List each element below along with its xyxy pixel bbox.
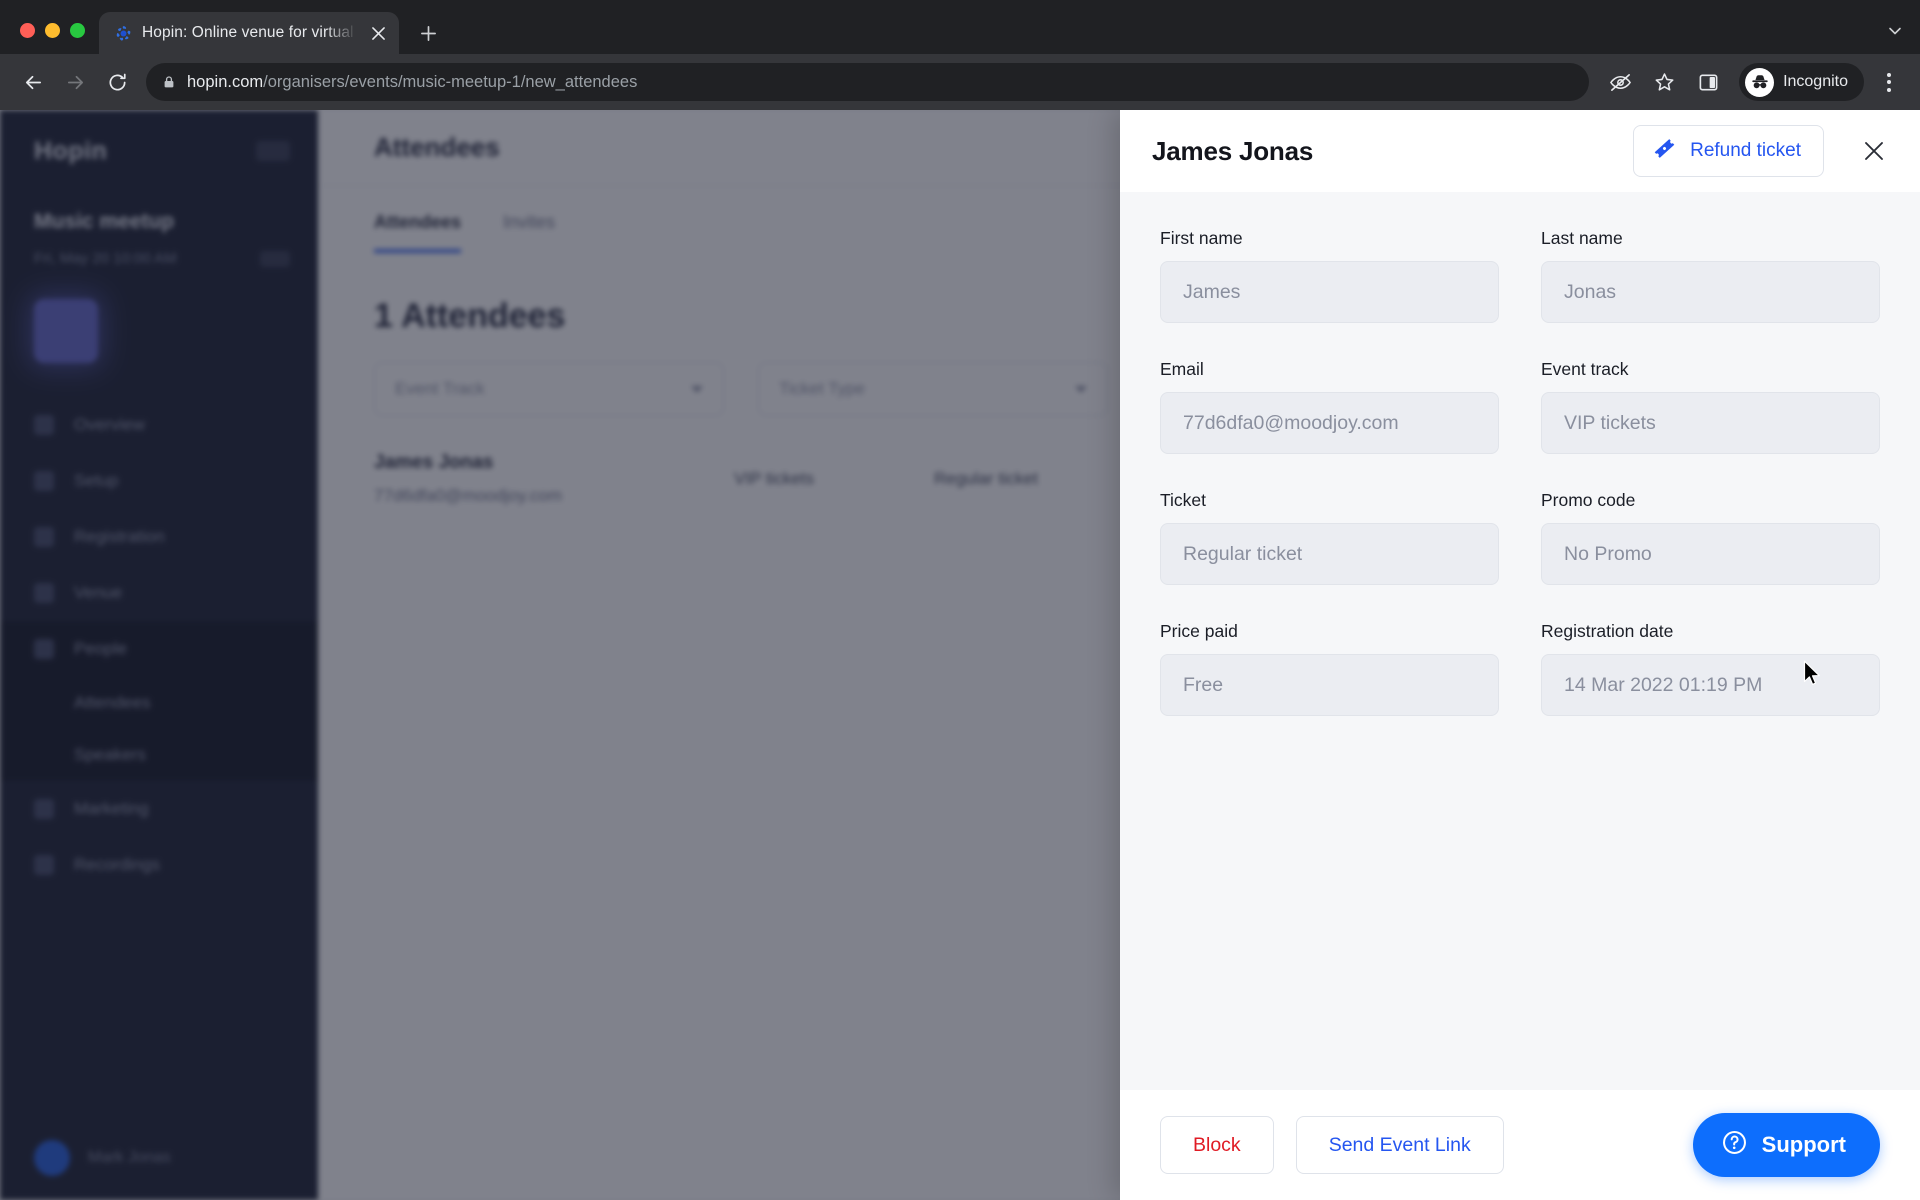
- reload-icon[interactable]: [98, 63, 136, 101]
- page-viewport: Hopin Music meetup Fri, May 20 10:00 AM …: [0, 110, 1920, 1200]
- lock-icon: [162, 75, 176, 89]
- profile-label: Incognito: [1783, 73, 1848, 90]
- toolbar-actions: Incognito: [1601, 63, 1906, 101]
- field-event-track: Event track VIP tickets: [1541, 359, 1880, 454]
- new-tab-button[interactable]: [411, 16, 445, 50]
- field-label: Registration date: [1541, 621, 1674, 641]
- field-label: Event track: [1541, 359, 1629, 379]
- email-input[interactable]: 77d6dfa0@moodjoy.com: [1160, 392, 1499, 454]
- close-window-button[interactable]: [20, 23, 35, 38]
- question-circle-icon: [1721, 1129, 1748, 1162]
- send-event-link-button[interactable]: Send Event Link: [1295, 1116, 1504, 1174]
- address-bar-url: hopin.com/organisers/events/music-meetup…: [187, 73, 637, 92]
- panel-title: James Jonas: [1152, 135, 1314, 166]
- attendee-detail-panel: James Jonas Refund ticket First name Jam…: [1120, 110, 1920, 1200]
- attendee-field-grid: First name James Last name Jonas Email 7…: [1160, 228, 1880, 752]
- browser-toolbar: hopin.com/organisers/events/music-meetup…: [0, 54, 1920, 110]
- block-button[interactable]: Block: [1160, 1116, 1274, 1174]
- back-arrow-icon[interactable]: [14, 63, 52, 101]
- event-track-input[interactable]: VIP tickets: [1541, 392, 1880, 454]
- side-panel-icon[interactable]: [1689, 63, 1727, 101]
- url-path: /organisers/events/music-meetup-1/new_at…: [263, 72, 638, 91]
- field-ticket: Ticket Regular ticket: [1160, 490, 1499, 585]
- url-host: hopin.com: [187, 72, 264, 91]
- panel-footer: Block Send Event Link Support: [1120, 1090, 1920, 1200]
- field-label: Last name: [1541, 228, 1623, 248]
- first-name-input[interactable]: James: [1160, 261, 1499, 323]
- maximize-window-button[interactable]: [70, 23, 85, 38]
- incognito-icon: [1745, 67, 1775, 97]
- field-last-name: Last name Jonas: [1541, 228, 1880, 323]
- field-promo-code: Promo code No Promo: [1541, 490, 1880, 585]
- support-label: Support: [1761, 1132, 1846, 1157]
- close-icon[interactable]: [1854, 131, 1894, 171]
- eye-slash-icon[interactable]: [1601, 63, 1639, 101]
- support-button[interactable]: Support: [1692, 1113, 1880, 1177]
- window-traffic-lights: [18, 23, 99, 54]
- close-icon[interactable]: [367, 22, 389, 44]
- registration-date-input[interactable]: 14 Mar 2022 01:19 PM: [1541, 654, 1880, 716]
- browser-tabstrip: Hopin: Online venue for virtual: [0, 0, 1920, 54]
- address-bar[interactable]: hopin.com/organisers/events/music-meetup…: [146, 63, 1590, 101]
- chevron-down-icon[interactable]: [1886, 22, 1904, 44]
- ticket-input[interactable]: Regular ticket: [1160, 523, 1499, 585]
- profile-button[interactable]: Incognito: [1739, 63, 1864, 101]
- promo-code-input[interactable]: No Promo: [1541, 523, 1880, 585]
- refund-ticket-button[interactable]: Refund ticket: [1633, 125, 1824, 177]
- hopin-logo-icon: [115, 25, 132, 42]
- refund-ticket-label: Refund ticket: [1690, 140, 1801, 161]
- forward-arrow-icon[interactable]: [56, 63, 94, 101]
- browser-window: Hopin: Online venue for virtual hopin.co…: [0, 0, 1920, 1200]
- field-label: Email: [1160, 359, 1204, 379]
- kebab-menu-icon[interactable]: [1872, 63, 1906, 101]
- browser-tab[interactable]: Hopin: Online venue for virtual: [99, 12, 399, 54]
- field-label: Promo code: [1541, 490, 1636, 510]
- ticket-icon: [1652, 136, 1677, 167]
- panel-header: James Jonas Refund ticket: [1120, 110, 1920, 192]
- field-label: First name: [1160, 228, 1243, 248]
- panel-body: First name James Last name Jonas Email 7…: [1120, 192, 1920, 1090]
- field-label: Ticket: [1160, 490, 1207, 510]
- field-email: Email 77d6dfa0@moodjoy.com: [1160, 359, 1499, 454]
- browser-tab-title: Hopin: Online venue for virtual: [142, 24, 354, 41]
- field-label: Price paid: [1160, 621, 1238, 641]
- field-registration-date: Registration date 14 Mar 2022 01:19 PM: [1541, 621, 1880, 716]
- price-paid-input[interactable]: Free: [1160, 654, 1499, 716]
- star-icon[interactable]: [1645, 63, 1683, 101]
- minimize-window-button[interactable]: [45, 23, 60, 38]
- last-name-input[interactable]: Jonas: [1541, 261, 1880, 323]
- field-first-name: First name James: [1160, 228, 1499, 323]
- field-price-paid: Price paid Free: [1160, 621, 1499, 716]
